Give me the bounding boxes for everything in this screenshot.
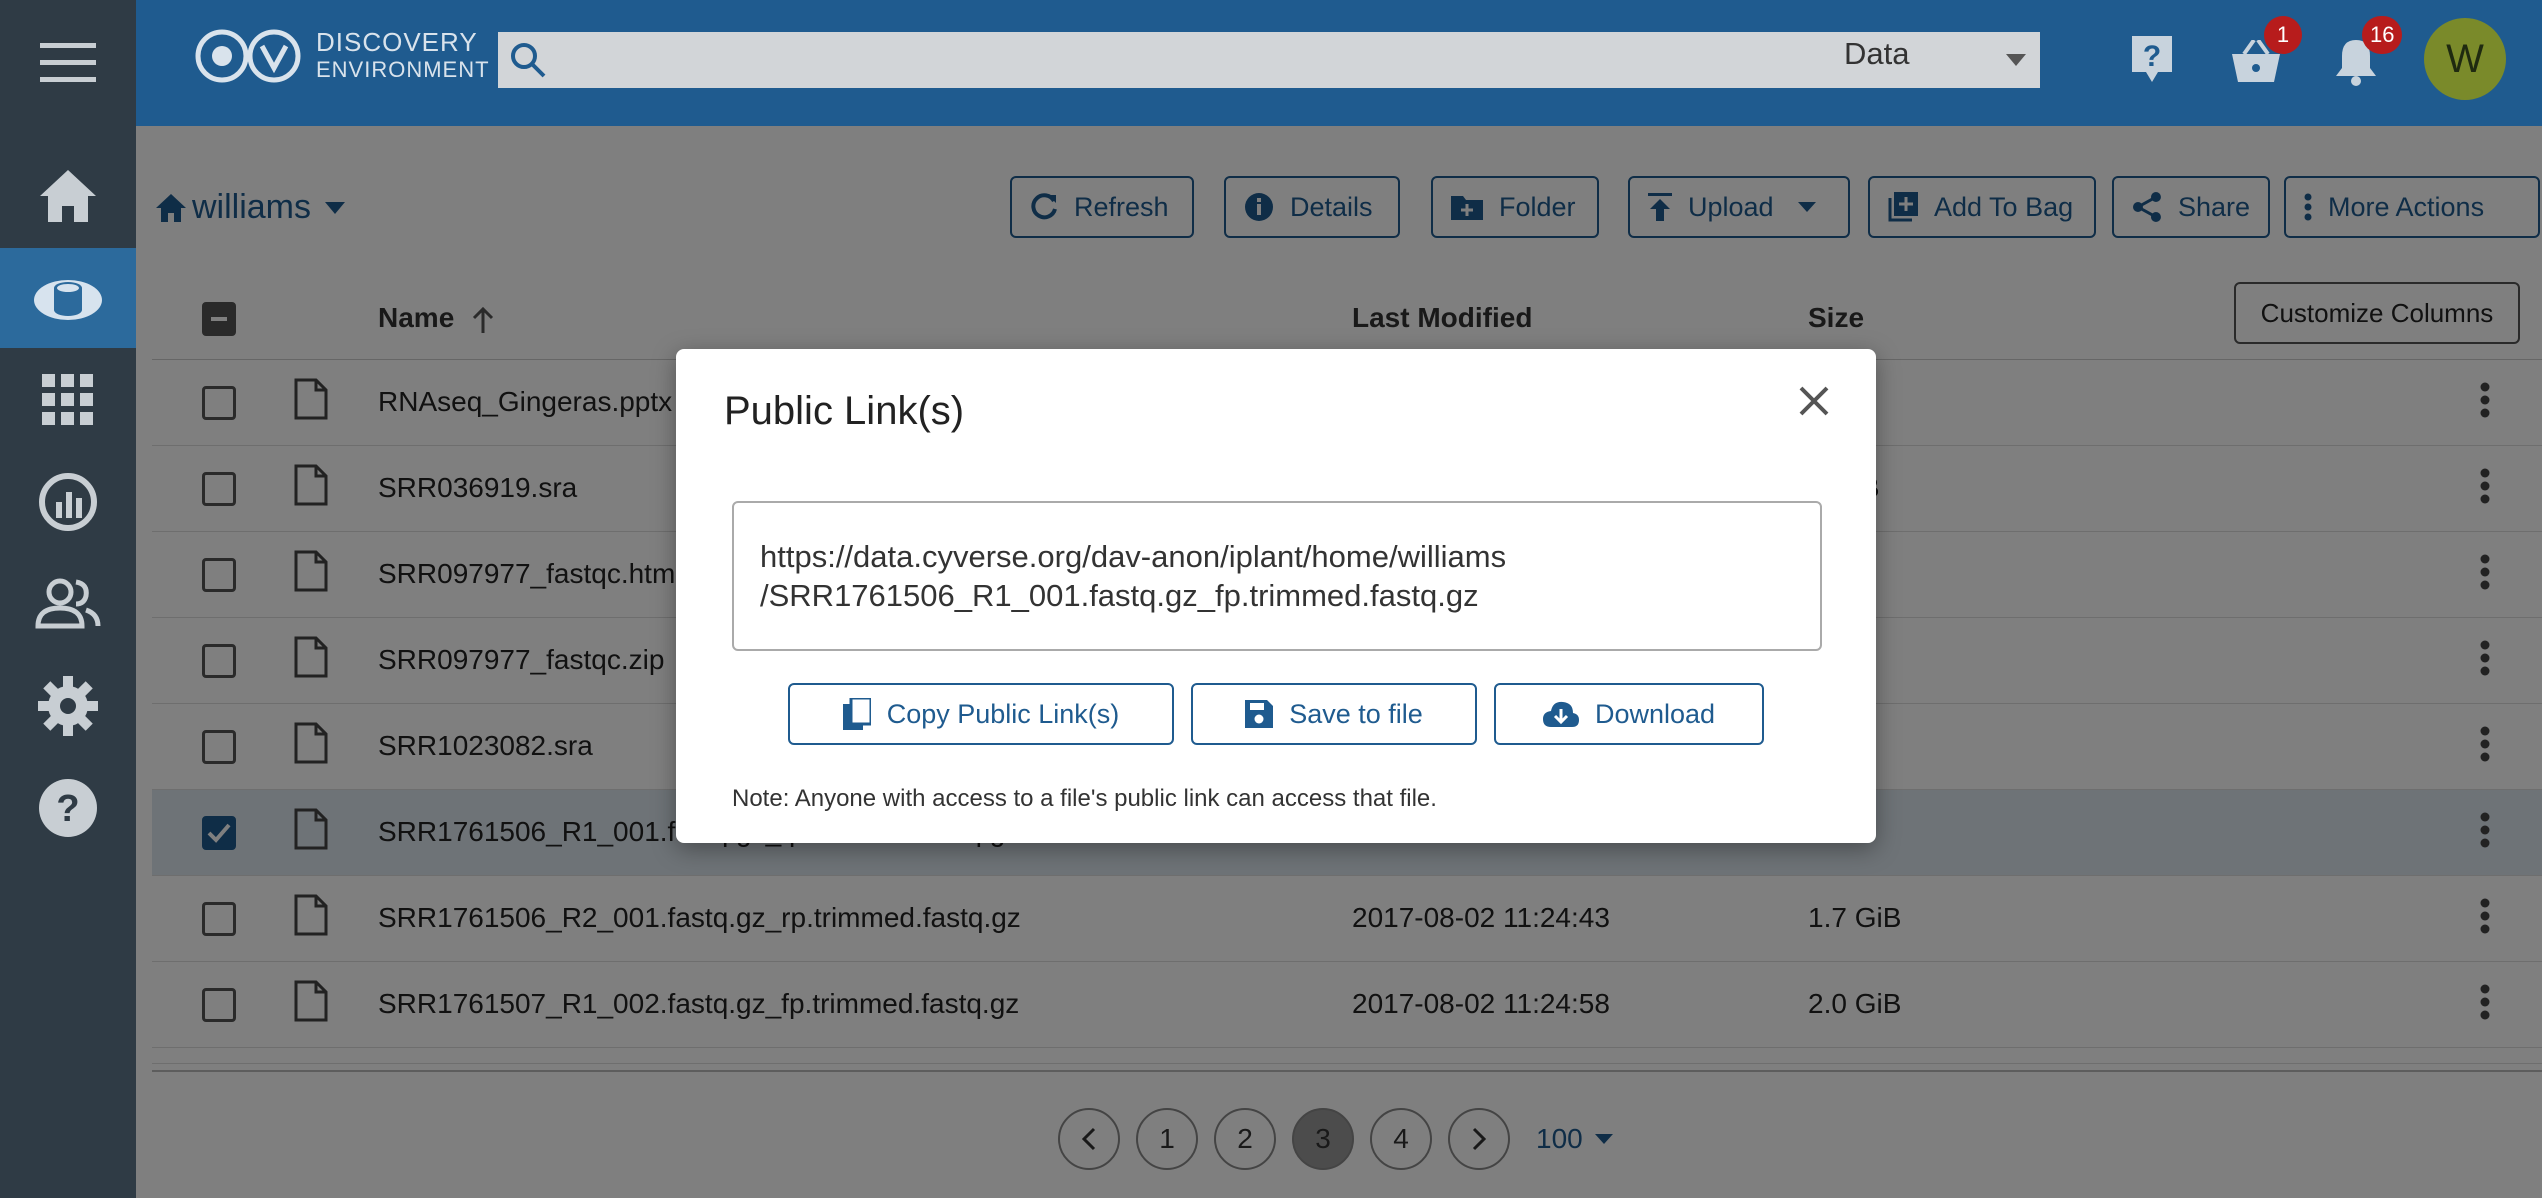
public-links-dialog: Public Link(s) https://data.cyverse.org/… xyxy=(676,349,1876,843)
home-icon xyxy=(40,170,96,222)
settings-icon xyxy=(38,676,98,736)
sidebar: ? xyxy=(0,0,136,1198)
svg-text:?: ? xyxy=(56,788,79,830)
logo[interactable]: DISCOVERY ENVIRONMENT xyxy=(194,28,490,84)
cloud-download-icon xyxy=(1542,701,1579,727)
help-icon[interactable]: ? xyxy=(2130,34,2174,84)
sidebar-item-home[interactable] xyxy=(0,146,136,246)
analyses-icon xyxy=(39,473,97,531)
download-button[interactable]: Download xyxy=(1494,683,1764,745)
sidebar-item-analyses[interactable] xyxy=(0,452,136,552)
sidebar-item-teams[interactable] xyxy=(0,554,136,654)
menu-button[interactable] xyxy=(0,0,136,126)
logo-line2: ENVIRONMENT xyxy=(316,57,490,82)
sidebar-item-help[interactable]: ? xyxy=(0,758,136,858)
dialog-note: Note: Anyone with access to a file's pub… xyxy=(732,785,1437,812)
logo-icon xyxy=(195,29,301,83)
sidebar-item-apps[interactable] xyxy=(0,350,136,450)
sidebar-item-settings[interactable] xyxy=(0,656,136,756)
close-icon[interactable] xyxy=(1798,385,1830,417)
notification-badge: 16 xyxy=(2362,16,2403,54)
copy-icon xyxy=(842,698,871,730)
teams-icon xyxy=(35,578,101,629)
avatar[interactable]: W xyxy=(2424,18,2506,100)
hamburger-icon xyxy=(40,43,96,82)
svg-text:?: ? xyxy=(2143,40,2161,73)
search-icon xyxy=(511,43,546,78)
save-to-file-button[interactable]: Save to file xyxy=(1191,683,1477,745)
save-label: Save to file xyxy=(1289,698,1423,729)
public-link-line1: https://data.cyverse.org/dav-anon/iplant… xyxy=(760,539,1507,574)
sidebar-item-data[interactable] xyxy=(0,248,136,348)
copy-links-button[interactable]: Copy Public Link(s) xyxy=(788,683,1174,745)
download-label: Download xyxy=(1594,698,1716,729)
dialog-title: Public Link(s) xyxy=(724,389,965,433)
apps-icon xyxy=(42,374,93,425)
data-icon xyxy=(34,280,102,320)
save-icon xyxy=(1245,700,1274,728)
logo-line1: DISCOVERY xyxy=(316,27,478,57)
help-icon: ? xyxy=(39,779,97,837)
public-link-line2: /SRR1761506_R1_001.fastq.gz_fp.trimmed.f… xyxy=(760,578,1479,613)
cart-badge: 1 xyxy=(2264,16,2302,54)
top-bar: DISCOVERY ENVIRONMENT Data ? 1 16 W xyxy=(136,0,2542,126)
search-type-select[interactable]: Data xyxy=(1844,36,1909,72)
copy-label: Copy Public Link(s) xyxy=(886,698,1120,729)
public-link-field[interactable]: https://data.cyverse.org/dav-anon/iplant… xyxy=(732,501,1822,651)
search-input[interactable] xyxy=(498,32,2040,88)
chevron-down-icon[interactable] xyxy=(2006,54,2026,66)
